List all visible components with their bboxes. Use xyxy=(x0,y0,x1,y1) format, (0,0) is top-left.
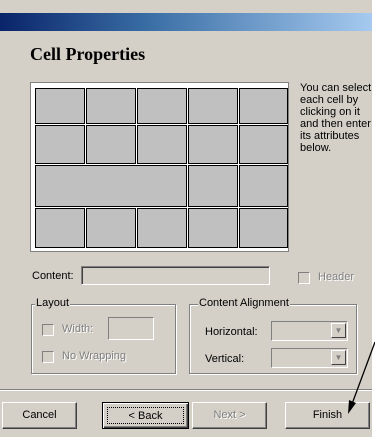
table-cell-r2-c1[interactable] xyxy=(35,125,85,164)
horizontal-label: Horizontal: xyxy=(205,326,258,338)
dialog-heading: Cell Properties xyxy=(30,44,146,64)
width-label: Width: xyxy=(62,323,94,335)
vertical-label: Vertical: xyxy=(205,353,245,365)
next-button[interactable]: Next > xyxy=(192,402,267,429)
no-wrapping-label: No Wrapping xyxy=(62,350,126,362)
title-bar xyxy=(0,13,372,31)
table-cell-r2-c3[interactable] xyxy=(137,125,187,164)
table-cell-r3-c4[interactable] xyxy=(188,165,238,207)
table-cell-r3-merged[interactable] xyxy=(35,165,187,207)
content-label: Content: xyxy=(32,270,74,282)
table-cell-r4-c5[interactable] xyxy=(239,208,288,248)
table-cell-r4-c4[interactable] xyxy=(188,208,238,248)
table-cell-r2-c5[interactable] xyxy=(239,125,288,164)
table-cell-r1-c2[interactable] xyxy=(86,88,136,124)
table-cell-r1-c3[interactable] xyxy=(137,88,187,124)
vertical-select[interactable]: ▼ xyxy=(271,348,348,368)
next-button-label: Next > xyxy=(213,409,246,421)
back-button-label: < Back xyxy=(128,410,163,422)
cell-grid xyxy=(30,82,289,252)
back-button[interactable]: < Back xyxy=(102,402,189,429)
finish-button-label: Finish xyxy=(312,409,343,421)
no-wrapping-checkbox[interactable] xyxy=(42,351,54,363)
cancel-button[interactable]: Cancel xyxy=(2,402,77,429)
layout-groupbox xyxy=(31,304,176,374)
table-cell-r4-c3[interactable] xyxy=(137,208,187,248)
table-cell-r4-c1[interactable] xyxy=(35,208,85,248)
instructions-text: You can select each cell by clicking on … xyxy=(300,82,372,154)
width-input[interactable] xyxy=(108,317,154,340)
horizontal-select[interactable]: ▼ xyxy=(271,321,348,341)
table-cell-r2-c2[interactable] xyxy=(86,125,136,164)
table-cell-r2-c4[interactable] xyxy=(188,125,238,164)
table-cell-r3-c5[interactable] xyxy=(239,165,288,207)
cell-properties-dialog: Cell Properties You can select each cell… xyxy=(0,0,372,437)
pointer-arrow-icon xyxy=(348,341,375,414)
table-cell-r1-c4[interactable] xyxy=(188,88,238,124)
content-alignment-legend: Content Alignment xyxy=(198,297,290,309)
content-input[interactable] xyxy=(81,266,270,285)
layout-legend: Layout xyxy=(35,297,71,309)
cancel-button-label: Cancel xyxy=(22,409,57,421)
table-cell-r1-c5[interactable] xyxy=(239,88,288,124)
horizontal-dropdown-arrow-icon[interactable]: ▼ xyxy=(331,323,346,338)
table-cell-r4-c2[interactable] xyxy=(86,208,136,248)
button-separator xyxy=(0,389,372,391)
header-checkbox[interactable] xyxy=(298,272,310,284)
header-checkbox-label: Header xyxy=(318,271,355,283)
table-cell-r1-c1[interactable] xyxy=(35,88,85,124)
width-checkbox[interactable] xyxy=(42,324,54,336)
back-focus-ring: < Back xyxy=(107,407,184,424)
